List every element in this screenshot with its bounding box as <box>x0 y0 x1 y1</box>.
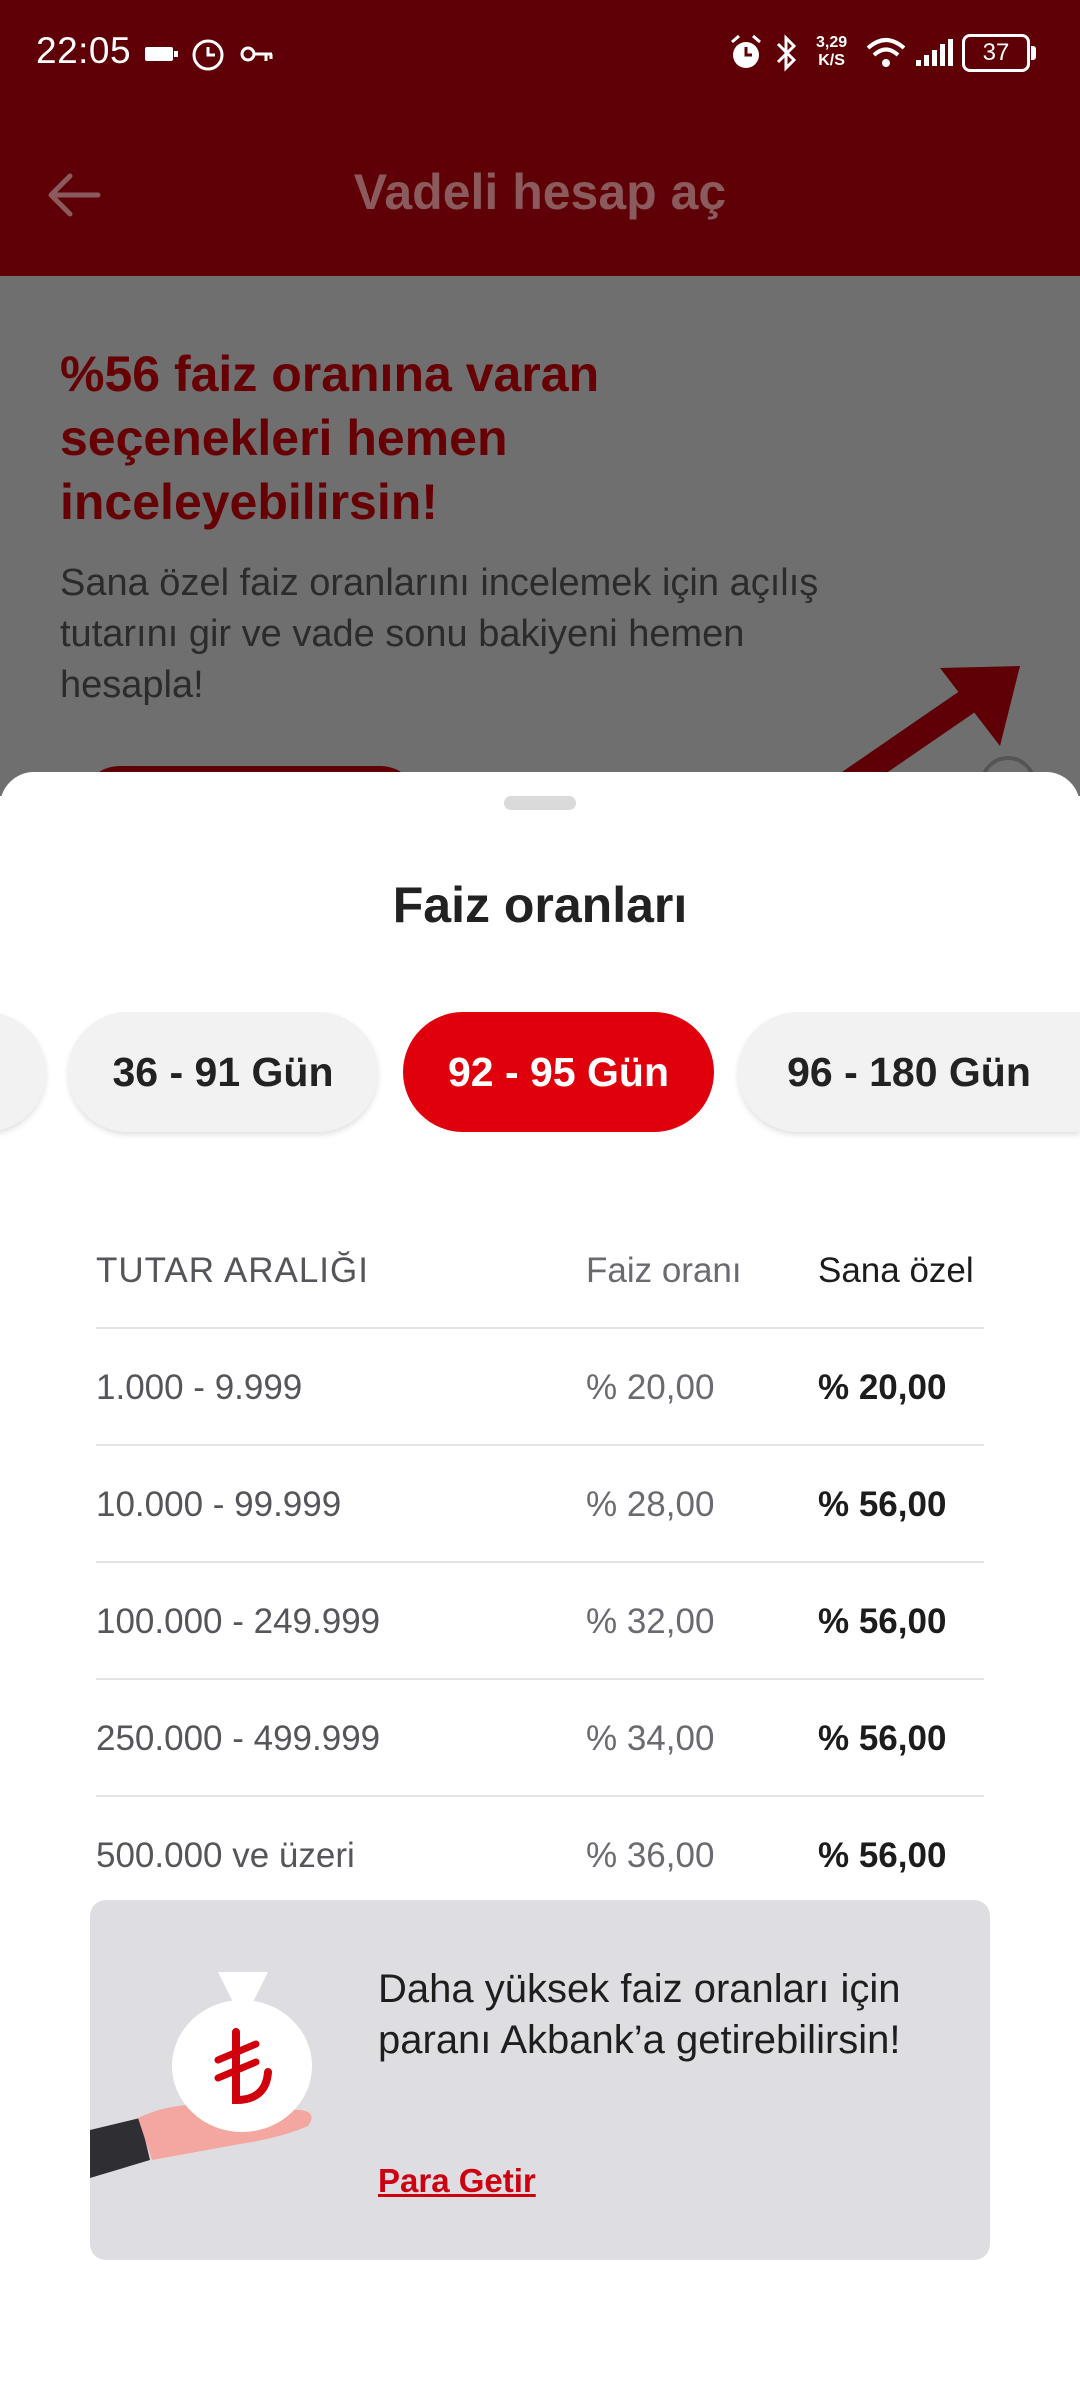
table-row: 500.000 ve üzeri % 36,00 % 56,00 <box>96 1797 984 1914</box>
signal-icon <box>916 39 953 66</box>
tab-previous-term[interactable] <box>0 1012 46 1132</box>
bring-money-link[interactable]: Para Getir <box>378 2162 536 2200</box>
special-rate: % 56,00 <box>818 1601 947 1641</box>
special-rate: % 20,00 <box>818 1367 947 1407</box>
interest-rates-sheet: Faiz oranları 36 - 91 Gün 92 - 95 Gün 96… <box>0 772 1080 2400</box>
alarm-icon <box>731 34 761 68</box>
vpn-key-icon <box>240 46 273 62</box>
app-bar: Vadeli hesap aç <box>0 108 1080 276</box>
table-row: 100.000 - 249.999 % 32,00 % 56,00 <box>96 1563 984 1680</box>
sheet-title: Faiz oranları <box>392 877 688 933</box>
interest-rate: % 32,00 <box>586 1601 715 1641</box>
header-interest-rate: Faiz oranı <box>586 1250 742 1290</box>
network-speed-unit: K/S <box>818 52 845 69</box>
interest-rate: % 36,00 <box>586 1835 715 1875</box>
header-amount-range: TUTAR ARALIĞI <box>96 1250 369 1290</box>
battery-saver-icon <box>145 47 178 61</box>
tab-96-180-days[interactable]: 96 - 180 Gün <box>738 1012 1080 1132</box>
tab-36-91-days[interactable]: 36 - 91 Gün <box>68 1012 378 1132</box>
table-header: TUTAR ARALIĞI Faiz oranı Sana özel <box>96 1212 984 1329</box>
drag-handle[interactable] <box>504 796 576 810</box>
amount-range: 1.000 - 9.999 <box>96 1367 303 1407</box>
bring-money-card: Daha yüksek faiz oranları için paranı Ak… <box>90 1900 990 2260</box>
table-row: 250.000 - 499.999 % 34,00 % 56,00 <box>96 1680 984 1797</box>
background-promo: %56 faiz oranına varan seçenekleri hemen… <box>0 276 1080 796</box>
battery-indicator: 37 <box>962 34 1036 72</box>
status-bar: 22:05 3,29 K/S 37 <box>0 0 1080 108</box>
amount-range: 500.000 ve üzeri <box>96 1835 355 1875</box>
bring-money-text: Daha yüksek faiz oranları için paranı Ak… <box>378 1967 901 2062</box>
special-rate: % 56,00 <box>818 1835 947 1875</box>
tab-92-95-days[interactable]: 92 - 95 Gün <box>403 1012 714 1132</box>
table-row: 10.000 - 99.999 % 28,00 % 56,00 <box>96 1446 984 1563</box>
interest-rate: % 20,00 <box>586 1367 715 1407</box>
amount-range: 250.000 - 499.999 <box>96 1718 381 1758</box>
network-speed-value: 3,29 <box>816 34 848 51</box>
interest-rate: % 34,00 <box>586 1718 715 1758</box>
timer-icon <box>192 39 224 71</box>
rate-table: TUTAR ARALIĞI Faiz oranı Sana özel 1.000… <box>96 1212 984 1914</box>
money-bag-hand-icon <box>90 1972 312 2178</box>
page-title: Vadeli hesap aç <box>353 164 727 220</box>
interest-rate: % 28,00 <box>586 1484 715 1524</box>
table-row: 1.000 - 9.999 % 20,00 % 20,00 <box>96 1329 984 1446</box>
bluetooth-icon <box>776 34 797 72</box>
promo-title: %56 faiz oranına varan seçenekleri hemen… <box>60 346 600 530</box>
term-tabs: 36 - 91 Gün 92 - 95 Gün 96 - 180 Gün <box>0 1012 1080 1142</box>
status-time: 22:05 <box>36 30 132 71</box>
amount-range: 100.000 - 249.999 <box>96 1601 381 1641</box>
network-speed: 3,29 K/S <box>816 34 847 70</box>
special-rate: % 56,00 <box>818 1484 947 1524</box>
special-rate: % 56,00 <box>818 1718 947 1758</box>
amount-range: 10.000 - 99.999 <box>96 1484 342 1524</box>
header-special-rate: Sana özel <box>818 1250 974 1290</box>
promo-description: Sana özel faiz oranlarını incelemek için… <box>60 562 819 706</box>
wifi-icon <box>866 38 906 67</box>
